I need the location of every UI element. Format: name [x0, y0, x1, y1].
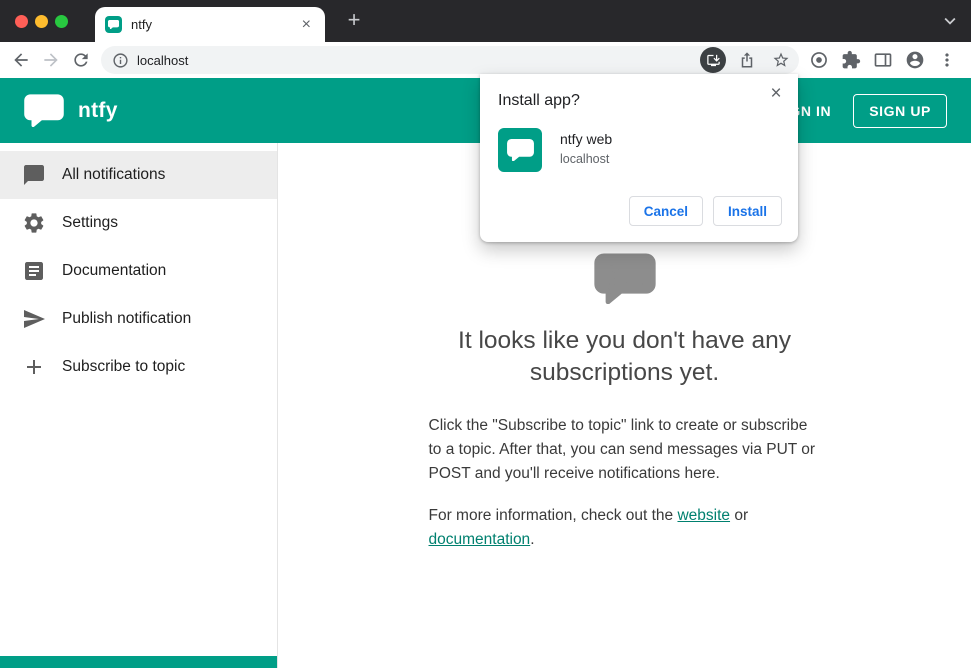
more-info-or-text: or — [730, 507, 749, 525]
sidebar-item-label: Documentation — [62, 262, 167, 279]
bookmark-button[interactable] — [768, 47, 794, 73]
install-dialog-app-info: ntfy web localhost — [560, 128, 612, 166]
reload-button[interactable] — [66, 45, 96, 75]
more-info-prefix-text: For more information, check out the — [428, 507, 678, 525]
window-close-button[interactable] — [15, 15, 28, 28]
sidebar-item-label: Subscribe to topic — [62, 358, 186, 375]
sidebar-item-label: All notifications — [62, 166, 166, 183]
docs-icon — [22, 259, 46, 283]
bookmark-star-icon — [773, 52, 789, 67]
share-icon — [741, 52, 753, 68]
tab-strip: ntfy × + — [0, 0, 971, 42]
back-button[interactable] — [6, 45, 36, 75]
tab-search-chevron-icon[interactable] — [939, 10, 961, 32]
install-dialog-app-row: ntfy web localhost — [498, 128, 782, 172]
browser-toolbar: localhost — [0, 42, 971, 78]
reload-icon — [74, 53, 88, 67]
sign-up-button[interactable]: SIGN UP — [853, 93, 947, 128]
plus-icon — [22, 355, 46, 379]
empty-state-paragraph: Click the "Subscribe to topic" link to c… — [428, 416, 816, 482]
install-dialog-title: Install app? — [498, 92, 580, 109]
browser-menu-icon[interactable] — [936, 50, 957, 71]
window-zoom-button[interactable] — [55, 15, 68, 28]
install-icon — [706, 54, 720, 66]
sidebar-item-label: Publish notification — [62, 310, 192, 327]
extension-badge-icon[interactable] — [808, 50, 829, 71]
sidebar-bottom-accent — [0, 656, 277, 668]
site-info-icon[interactable] — [112, 52, 129, 69]
forward-icon — [44, 53, 58, 67]
install-dialog-actions: Cancel Install — [496, 196, 782, 226]
website-link[interactable]: website — [677, 507, 730, 524]
ntfy-app-icon — [498, 128, 542, 172]
gear-icon — [22, 211, 46, 235]
forward-button[interactable] — [36, 45, 66, 75]
browser-window: ntfy × + localhost ntfy SIGN IN SIGN UP … — [0, 0, 971, 668]
sidebar-item-documentation[interactable]: Documentation — [0, 247, 277, 295]
window-controls — [15, 15, 68, 28]
empty-state-text-block: Click the "Subscribe to topic" link to c… — [429, 414, 821, 553]
documentation-link[interactable]: documentation — [429, 531, 531, 548]
install-app-dialog: Install app? × ntfy web localhost Cancel… — [480, 74, 798, 242]
side-panel-icon[interactable] — [872, 50, 893, 71]
sidebar-item-label: Settings — [62, 214, 119, 231]
address-bar[interactable]: localhost — [101, 46, 799, 74]
back-icon — [14, 53, 28, 67]
empty-state-title: It looks like you don't have any subscri… — [458, 327, 791, 387]
profile-avatar-icon[interactable] — [904, 50, 925, 71]
install-button[interactable]: Install — [712, 196, 782, 226]
sidebar-item-subscribe-to-topic[interactable]: Subscribe to topic — [0, 343, 277, 391]
install-app-button[interactable] — [700, 47, 726, 73]
cancel-button[interactable]: Cancel — [628, 196, 703, 226]
send-icon — [22, 307, 46, 331]
ntfy-logo-icon — [24, 94, 64, 127]
sidebar-item-settings[interactable]: Settings — [0, 199, 277, 247]
close-icon[interactable]: × — [764, 82, 788, 106]
sidebar-item-all-notifications[interactable]: All notifications — [0, 151, 277, 199]
toolbar-right-actions — [804, 50, 965, 71]
tab-favicon-icon — [105, 16, 122, 33]
ntfy-empty-state-logo-icon — [593, 253, 656, 304]
tab-title: ntfy — [131, 17, 152, 32]
url-text[interactable]: localhost — [137, 53, 188, 68]
new-tab-button[interactable]: + — [340, 6, 368, 34]
window-minimize-button[interactable] — [35, 15, 48, 28]
extensions-puzzle-icon[interactable] — [840, 50, 861, 71]
more-info-period-text: . — [530, 531, 535, 549]
sidebar-item-publish-notification[interactable]: Publish notification — [0, 295, 277, 343]
chat-icon — [22, 163, 46, 187]
tab-close-icon[interactable]: × — [298, 15, 315, 35]
app-title: ntfy — [78, 98, 118, 122]
more-info-paragraph: For more information, check out the webs… — [429, 504, 821, 552]
sidebar: All notifications Settings Documentation… — [0, 143, 278, 668]
install-dialog-origin: localhost — [560, 152, 610, 166]
share-button[interactable] — [734, 47, 760, 73]
install-dialog-app-name: ntfy web — [560, 131, 613, 147]
browser-tab[interactable]: ntfy × — [95, 7, 325, 42]
